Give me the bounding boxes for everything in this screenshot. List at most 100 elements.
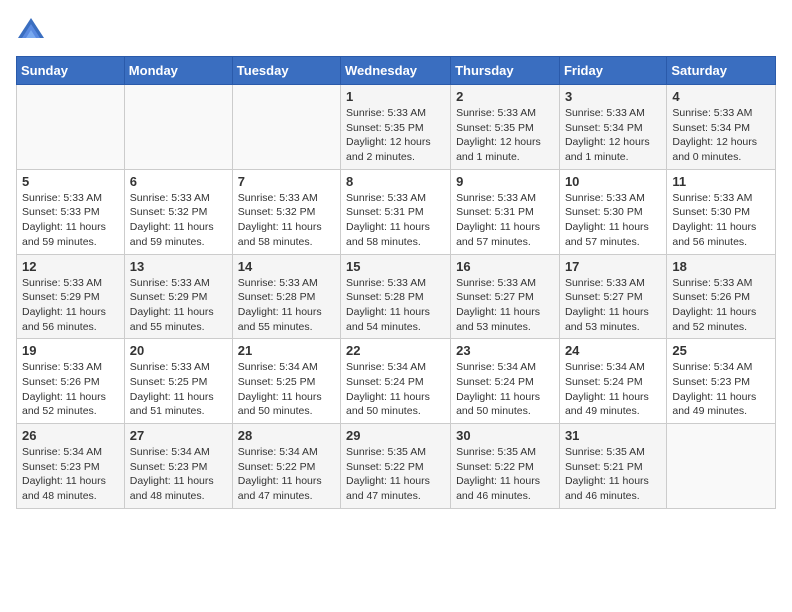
calendar-cell: 15 Sunrise: 5:33 AM Sunset: 5:28 PM Dayli… <box>341 254 451 339</box>
day-number: 9 <box>456 174 554 189</box>
day-number: 30 <box>456 428 554 443</box>
day-detail: Sunrise: 5:33 AM Sunset: 5:31 PM Dayligh… <box>346 191 445 250</box>
calendar-cell: 14 Sunrise: 5:33 AM Sunset: 5:28 PM Dayli… <box>232 254 340 339</box>
calendar-cell: 20 Sunrise: 5:33 AM Sunset: 5:25 PM Dayli… <box>124 339 232 424</box>
calendar-cell: 4Sunrise: 5:33 AM Sunset: 5:34 PM Daylig… <box>667 85 776 170</box>
day-number: 17 <box>565 259 661 274</box>
day-number: 29 <box>346 428 445 443</box>
calendar-cell: 13Sunrise: 5:33 AM Sunset: 5:29 PM Dayli… <box>124 254 232 339</box>
day-detail: Sunrise: 5:33 AM Sunset: 5:27 PM Dayligh… <box>565 276 661 335</box>
calendar-cell: 28 Sunrise: 5:34 AM Sunset: 5:22 PM Dayli… <box>232 424 340 509</box>
day-detail: Sunrise: 5:33 AM Sunset: 5:33 PM Dayligh… <box>22 191 119 250</box>
calendar-cell: 8 Sunrise: 5:33 AM Sunset: 5:31 PM Daylig… <box>341 169 451 254</box>
day-number: 7 <box>238 174 335 189</box>
day-detail: Sunrise: 5:34 AM Sunset: 5:22 PM Dayligh… <box>238 445 335 504</box>
day-detail: Sunrise: 5:33 AM Sunset: 5:35 PM Dayligh… <box>346 106 445 165</box>
day-number: 27 <box>130 428 227 443</box>
day-number: 12 <box>22 259 119 274</box>
day-detail: Sunrise: 5:33 AM Sunset: 5:32 PM Dayligh… <box>130 191 227 250</box>
calendar-cell: 12Sunrise: 5:33 AM Sunset: 5:29 PM Dayli… <box>17 254 125 339</box>
day-number: 13 <box>130 259 227 274</box>
day-number: 11 <box>672 174 770 189</box>
calendar-cell: 1 Sunrise: 5:33 AM Sunset: 5:35 PM Daylig… <box>341 85 451 170</box>
weekday-header: Saturday <box>667 57 776 85</box>
day-number: 31 <box>565 428 661 443</box>
weekday-header: Wednesday <box>341 57 451 85</box>
day-number: 8 <box>346 174 445 189</box>
day-detail: Sunrise: 5:34 AM Sunset: 5:24 PM Dayligh… <box>456 360 554 419</box>
day-number: 2 <box>456 89 554 104</box>
day-detail: Sunrise: 5:34 AM Sunset: 5:23 PM Dayligh… <box>672 360 770 419</box>
logo-icon <box>16 16 46 46</box>
calendar-cell: 16 Sunrise: 5:33 AM Sunset: 5:27 PM Dayli… <box>451 254 560 339</box>
day-number: 3 <box>565 89 661 104</box>
weekday-header: Thursday <box>451 57 560 85</box>
day-detail: Sunrise: 5:33 AM Sunset: 5:34 PM Dayligh… <box>565 106 661 165</box>
day-detail: Sunrise: 5:33 AM Sunset: 5:30 PM Dayligh… <box>565 191 661 250</box>
weekday-header: Friday <box>559 57 666 85</box>
calendar-week-row: 26 Sunrise: 5:34 AM Sunset: 5:23 PM Dayli… <box>17 424 776 509</box>
logo <box>16 16 50 46</box>
day-detail: Sunrise: 5:33 AM Sunset: 5:27 PM Dayligh… <box>456 276 554 335</box>
day-detail: Sunrise: 5:33 AM Sunset: 5:32 PM Dayligh… <box>238 191 335 250</box>
day-number: 19 <box>22 343 119 358</box>
day-detail: Sunrise: 5:34 AM Sunset: 5:25 PM Dayligh… <box>238 360 335 419</box>
day-detail: Sunrise: 5:34 AM Sunset: 5:23 PM Dayligh… <box>130 445 227 504</box>
day-number: 23 <box>456 343 554 358</box>
page-header <box>16 16 776 46</box>
calendar-cell: 7 Sunrise: 5:33 AM Sunset: 5:32 PM Daylig… <box>232 169 340 254</box>
day-number: 28 <box>238 428 335 443</box>
calendar-cell <box>124 85 232 170</box>
calendar-week-row: 5 Sunrise: 5:33 AM Sunset: 5:33 PM Daylig… <box>17 169 776 254</box>
day-detail: Sunrise: 5:34 AM Sunset: 5:24 PM Dayligh… <box>565 360 661 419</box>
day-detail: Sunrise: 5:35 AM Sunset: 5:21 PM Dayligh… <box>565 445 661 504</box>
day-number: 16 <box>456 259 554 274</box>
day-number: 14 <box>238 259 335 274</box>
day-number: 18 <box>672 259 770 274</box>
calendar-cell: 2 Sunrise: 5:33 AM Sunset: 5:35 PM Daylig… <box>451 85 560 170</box>
calendar-cell: 30Sunrise: 5:35 AM Sunset: 5:22 PM Dayli… <box>451 424 560 509</box>
day-number: 26 <box>22 428 119 443</box>
calendar-week-row: 12Sunrise: 5:33 AM Sunset: 5:29 PM Dayli… <box>17 254 776 339</box>
day-number: 25 <box>672 343 770 358</box>
calendar-cell <box>232 85 340 170</box>
day-detail: Sunrise: 5:33 AM Sunset: 5:30 PM Dayligh… <box>672 191 770 250</box>
day-detail: Sunrise: 5:33 AM Sunset: 5:28 PM Dayligh… <box>238 276 335 335</box>
day-detail: Sunrise: 5:35 AM Sunset: 5:22 PM Dayligh… <box>346 445 445 504</box>
day-detail: Sunrise: 5:33 AM Sunset: 5:26 PM Dayligh… <box>672 276 770 335</box>
day-detail: Sunrise: 5:33 AM Sunset: 5:25 PM Dayligh… <box>130 360 227 419</box>
calendar-cell: 31 Sunrise: 5:35 AM Sunset: 5:21 PM Dayli… <box>559 424 666 509</box>
day-number: 10 <box>565 174 661 189</box>
day-number: 1 <box>346 89 445 104</box>
calendar-cell: 23 Sunrise: 5:34 AM Sunset: 5:24 PM Dayli… <box>451 339 560 424</box>
calendar-cell: 24 Sunrise: 5:34 AM Sunset: 5:24 PM Dayli… <box>559 339 666 424</box>
day-number: 24 <box>565 343 661 358</box>
day-detail: Sunrise: 5:33 AM Sunset: 5:35 PM Dayligh… <box>456 106 554 165</box>
day-number: 20 <box>130 343 227 358</box>
day-detail: Sunrise: 5:33 AM Sunset: 5:34 PM Dayligh… <box>672 106 770 165</box>
calendar-cell: 10 Sunrise: 5:33 AM Sunset: 5:30 PM Dayli… <box>559 169 666 254</box>
calendar-table: SundayMondayTuesdayWednesdayThursdayFrid… <box>16 56 776 509</box>
day-detail: Sunrise: 5:33 AM Sunset: 5:26 PM Dayligh… <box>22 360 119 419</box>
calendar-cell: 6 Sunrise: 5:33 AM Sunset: 5:32 PM Daylig… <box>124 169 232 254</box>
day-number: 21 <box>238 343 335 358</box>
day-detail: Sunrise: 5:33 AM Sunset: 5:28 PM Dayligh… <box>346 276 445 335</box>
calendar-cell: 27 Sunrise: 5:34 AM Sunset: 5:23 PM Dayli… <box>124 424 232 509</box>
calendar-cell: 3 Sunrise: 5:33 AM Sunset: 5:34 PM Daylig… <box>559 85 666 170</box>
day-number: 22 <box>346 343 445 358</box>
calendar-cell: 22Sunrise: 5:34 AM Sunset: 5:24 PM Dayli… <box>341 339 451 424</box>
calendar-week-row: 19 Sunrise: 5:33 AM Sunset: 5:26 PM Dayli… <box>17 339 776 424</box>
calendar-cell: 5 Sunrise: 5:33 AM Sunset: 5:33 PM Daylig… <box>17 169 125 254</box>
calendar-cell <box>667 424 776 509</box>
calendar-cell: 26Sunrise: 5:34 AM Sunset: 5:23 PM Dayli… <box>17 424 125 509</box>
calendar-cell: 29 Sunrise: 5:35 AM Sunset: 5:22 PM Dayli… <box>341 424 451 509</box>
weekday-header: Sunday <box>17 57 125 85</box>
day-number: 15 <box>346 259 445 274</box>
weekday-header: Tuesday <box>232 57 340 85</box>
calendar-week-row: 1 Sunrise: 5:33 AM Sunset: 5:35 PM Daylig… <box>17 85 776 170</box>
day-number: 5 <box>22 174 119 189</box>
day-number: 6 <box>130 174 227 189</box>
calendar-cell: 19 Sunrise: 5:33 AM Sunset: 5:26 PM Dayli… <box>17 339 125 424</box>
calendar-cell: 21 Sunrise: 5:34 AM Sunset: 5:25 PM Dayli… <box>232 339 340 424</box>
calendar-cell: 9Sunrise: 5:33 AM Sunset: 5:31 PM Daylig… <box>451 169 560 254</box>
